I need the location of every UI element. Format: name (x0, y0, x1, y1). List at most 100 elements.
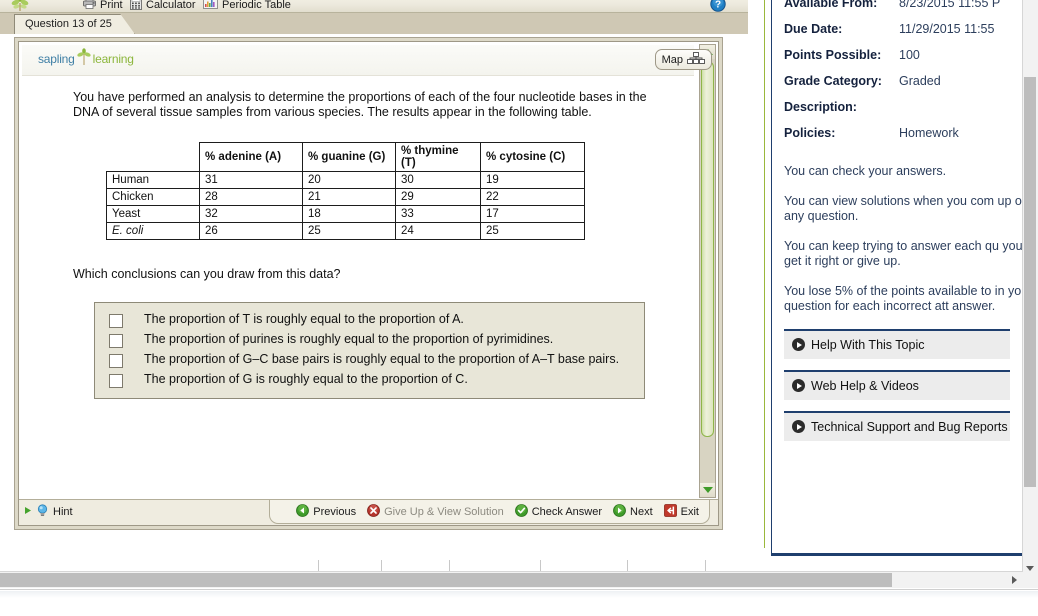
table-cell-species: Chicken (106, 188, 200, 206)
meta-label: Available From: (784, 0, 878, 10)
meta-row-due-date: Due Date: 11/29/2015 11:55 (784, 22, 1010, 36)
print-label: Print (100, 0, 123, 11)
browser-scroll-right-icon[interactable] (1007, 572, 1021, 588)
logo-leaf-icon (76, 48, 91, 65)
table-header-adenine: % adenine (A) (199, 142, 303, 172)
top-toolbar: Print Calculator Periodic Table ? (0, 0, 748, 13)
scrollbar-thumb[interactable] (701, 61, 714, 437)
table-row: E. coli 26 25 24 25 (106, 222, 585, 240)
meta-row-description: Description: (784, 100, 1010, 114)
exit-button[interactable]: Exit (663, 503, 699, 520)
meta-row-available-from: Available From: 8/23/2015 11:55 P (784, 0, 1010, 10)
question-intro-text: You have performed an analysis to determ… (73, 90, 647, 119)
check-answer-button[interactable]: Check Answer (514, 503, 602, 520)
meta-value: 100 (899, 48, 920, 62)
answer-checkbox-3[interactable] (109, 354, 123, 368)
answer-label-2: The proportion of purines is roughly equ… (144, 332, 554, 346)
answer-option-1[interactable]: The proportion of T is roughly equal to … (104, 312, 634, 328)
next-arrow-icon (613, 503, 626, 520)
expand-triangle-icon (24, 506, 32, 518)
meta-row-points-possible: Points Possible: 100 (784, 48, 1010, 62)
question-panel: sapling learning You have performed an a (14, 37, 723, 530)
scroll-down-arrow-icon[interactable] (700, 483, 715, 497)
play-triangle-icon (792, 420, 805, 433)
bottom-strip (0, 589, 1038, 616)
answer-checkbox-1[interactable] (109, 314, 123, 328)
logo-sapling-text: sapling (38, 52, 75, 66)
tab-question-13[interactable]: Question 13 of 25 (14, 14, 135, 34)
meta-label: Grade Category: (784, 74, 882, 88)
lightbulb-icon (37, 504, 48, 520)
answer-checkbox-2[interactable] (109, 334, 123, 348)
hint-label: Hint (53, 506, 73, 518)
print-button[interactable]: Print (83, 0, 123, 12)
periodic-table-button[interactable]: Periodic Table (203, 0, 291, 12)
give-up-button[interactable]: Give Up & View Solution (367, 503, 504, 520)
bottom-sheen (0, 591, 1038, 598)
map-label: Map (661, 53, 683, 66)
calculator-icon (130, 0, 142, 13)
policy-paragraph: You can check your answers. (784, 164, 947, 178)
leaf-logo-icon (10, 0, 30, 11)
previous-button[interactable]: Previous (296, 503, 356, 520)
table-row: Yeast 32 18 33 17 (106, 205, 585, 223)
policy-paragraph: You can keep trying to answer each qu yo… (784, 238, 1023, 269)
question-vertical-scrollbar[interactable] (699, 44, 716, 498)
answer-checkbox-4[interactable] (109, 374, 123, 388)
table-cell-value: 18 (302, 205, 396, 223)
table-cell-value: 25 (302, 222, 396, 240)
browser-hscroll-thumb[interactable] (0, 573, 892, 587)
printer-icon (83, 0, 96, 12)
accordion-web-help-videos[interactable]: Web Help & Videos (784, 369, 1010, 400)
meta-label: Due Date: (784, 22, 843, 36)
table-header-thymine: % thymine (T) (395, 142, 481, 172)
browser-horizontal-scrollbar[interactable] (0, 571, 1023, 588)
table-cell-value: 26 (199, 222, 303, 240)
answer-option-4[interactable]: The proportion of G is roughly equal to … (104, 372, 634, 388)
question-panel-inner: sapling learning You have performed an a (18, 41, 719, 526)
help-accordion: Help With This Topic Web Help & Videos T… (784, 328, 1010, 441)
map-button[interactable]: Map (654, 49, 712, 70)
exit-label: Exit (680, 505, 699, 518)
assignment-info-panel: Available From: 8/23/2015 11:55 P Due Da… (771, 0, 1023, 556)
answer-option-2[interactable]: The proportion of purines is roughly equ… (104, 332, 634, 348)
question-scroll-area: sapling learning You have performed an a (19, 42, 697, 500)
policy-text-block: You can check your answers. You can view… (784, 164, 1022, 315)
answer-option-3[interactable]: The proportion of G–C base pairs is roug… (104, 352, 634, 368)
nucleotide-data-table: % adenine (A) % guanine (G) % thymine (T… (106, 142, 585, 240)
table-cell-value: 17 (480, 205, 585, 223)
accordion-technical-support[interactable]: Technical Support and Bug Reports (784, 410, 1010, 441)
meta-value: Graded (899, 74, 941, 88)
play-triangle-icon (792, 338, 805, 351)
policy-paragraph: You can view solutions when you com up o… (784, 193, 1023, 224)
hint-button[interactable]: Hint (24, 504, 73, 520)
question-prompt-text: Which conclusions can you draw from this… (73, 267, 341, 281)
accordion-help-with-this-topic[interactable]: Help With This Topic (784, 328, 1010, 359)
sitemap-icon (687, 52, 705, 67)
table-header-row: % adenine (A) % guanine (G) % thymine (T… (106, 142, 585, 172)
next-label: Next (630, 505, 653, 518)
table-cell-value: 28 (199, 188, 303, 206)
accordion-label: Technical Support and Bug Reports (811, 419, 1008, 434)
table-cell-species: Yeast (106, 205, 200, 223)
meta-row-policies: Policies: Homework (784, 126, 1010, 140)
logo-learning-text: learning (92, 52, 134, 66)
panel-bottom-spacer (0, 548, 765, 552)
table-cell-species: E. coli (106, 222, 200, 240)
calculator-label: Calculator (146, 0, 196, 11)
browser-vertical-scrollbar[interactable] (1022, 0, 1038, 588)
table-cell-value: 19 (480, 171, 585, 189)
accordion-label: Web Help & Videos (811, 378, 919, 393)
next-button[interactable]: Next (613, 503, 653, 520)
browser-scroll-down-icon[interactable] (1023, 560, 1037, 576)
table-cell-value: 22 (480, 188, 585, 206)
help-question-icon[interactable]: ? (710, 0, 726, 12)
calculator-button[interactable]: Calculator (130, 0, 196, 12)
table-header-guanine: % guanine (G) (302, 142, 396, 172)
browser-vscroll-thumb[interactable] (1024, 77, 1036, 487)
table-corner-cell (106, 142, 200, 172)
check-answer-icon (514, 503, 528, 520)
table-header-cytosine: % cytosine (C) (480, 142, 585, 172)
question-container: Print Calculator Periodic Table ? Questi… (0, 0, 765, 552)
table-cell-value: 30 (395, 171, 481, 189)
